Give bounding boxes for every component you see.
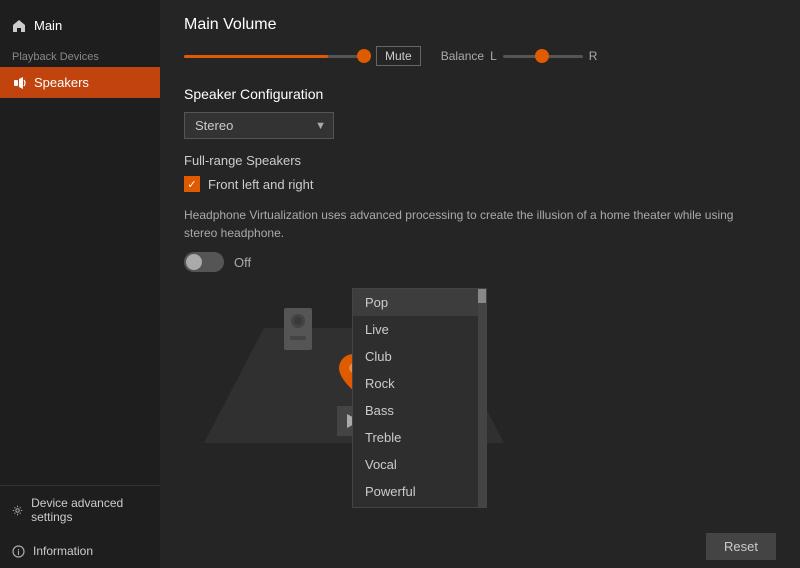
speaker-visual-section: Pop Live Club Rock Bass Treble Vocal Pow… xyxy=(184,288,776,456)
popup-item-dance[interactable]: Dance xyxy=(353,505,486,508)
popup-item-rock[interactable]: Rock xyxy=(353,370,486,397)
full-range-title: Full-range Speakers xyxy=(184,153,776,168)
speaker-config-title: Speaker Configuration xyxy=(184,86,776,102)
sidebar-section-label: Playback Devices xyxy=(0,43,160,67)
reset-button[interactable]: Reset xyxy=(706,533,776,560)
sidebar-item-device-advanced[interactable]: Device advanced settings xyxy=(0,486,160,534)
sidebar-item-information[interactable]: i Information xyxy=(0,534,160,568)
volume-row: Mute Balance L R xyxy=(184,46,776,66)
sidebar-header: Main xyxy=(0,8,160,43)
full-range-checkbox-row: Front left and right xyxy=(184,176,776,192)
popup-item-club[interactable]: Club xyxy=(353,343,486,370)
popup-scrollbar[interactable] xyxy=(478,289,486,508)
balance-title: Balance xyxy=(441,49,484,63)
balance-row: Balance L R xyxy=(433,49,598,63)
home-icon xyxy=(12,19,26,33)
gear-icon xyxy=(12,504,23,517)
mute-checkbox[interactable]: Mute xyxy=(376,46,421,66)
volume-title: Main Volume xyxy=(184,16,776,34)
equalizer-dropdown-popup: Pop Live Club Rock Bass Treble Vocal Pow… xyxy=(352,288,487,508)
sidebar-bottom: Device advanced settings i Information xyxy=(0,485,160,568)
balance-slider[interactable] xyxy=(503,55,583,58)
volume-slider[interactable] xyxy=(184,55,364,58)
speaker-config-dropdown-wrapper: Stereo Quadraphonic 5.1 Surround 7.1 Sur… xyxy=(184,112,334,139)
virtualization-toggle[interactable] xyxy=(184,252,224,272)
toggle-label: Off xyxy=(234,255,251,270)
mute-label: Mute xyxy=(385,49,412,63)
svg-text:i: i xyxy=(17,548,19,557)
information-label: Information xyxy=(33,544,93,558)
popup-item-treble[interactable]: Treble xyxy=(353,424,486,451)
sidebar-item-speakers[interactable]: Speakers xyxy=(0,67,160,98)
full-range-checkbox[interactable] xyxy=(184,176,200,192)
device-advanced-label: Device advanced settings xyxy=(31,496,148,524)
popup-item-vocal[interactable]: Vocal xyxy=(353,451,486,478)
headphone-text: Headphone Virtualization uses advanced p… xyxy=(184,206,744,242)
sidebar-item-speakers-label: Speakers xyxy=(34,75,89,90)
sidebar-header-label: Main xyxy=(34,18,62,33)
sidebar: Main Playback Devices Speakers Device ad… xyxy=(0,0,160,568)
info-icon: i xyxy=(12,545,25,558)
popup-item-bass[interactable]: Bass xyxy=(353,397,486,424)
balance-l-label: L xyxy=(490,49,497,63)
main-content: Main Volume Mute Balance L R Speaker Con… xyxy=(160,0,800,568)
popup-item-live[interactable]: Live xyxy=(353,316,486,343)
popup-item-pop[interactable]: Pop xyxy=(353,289,486,316)
speaker-icon xyxy=(12,76,26,90)
full-range-checkbox-label: Front left and right xyxy=(208,177,314,192)
speaker-config-dropdown[interactable]: Stereo Quadraphonic 5.1 Surround 7.1 Sur… xyxy=(184,112,334,139)
balance-r-label: R xyxy=(589,49,598,63)
toggle-row: Off xyxy=(184,252,776,272)
popup-item-powerful[interactable]: Powerful xyxy=(353,478,486,505)
